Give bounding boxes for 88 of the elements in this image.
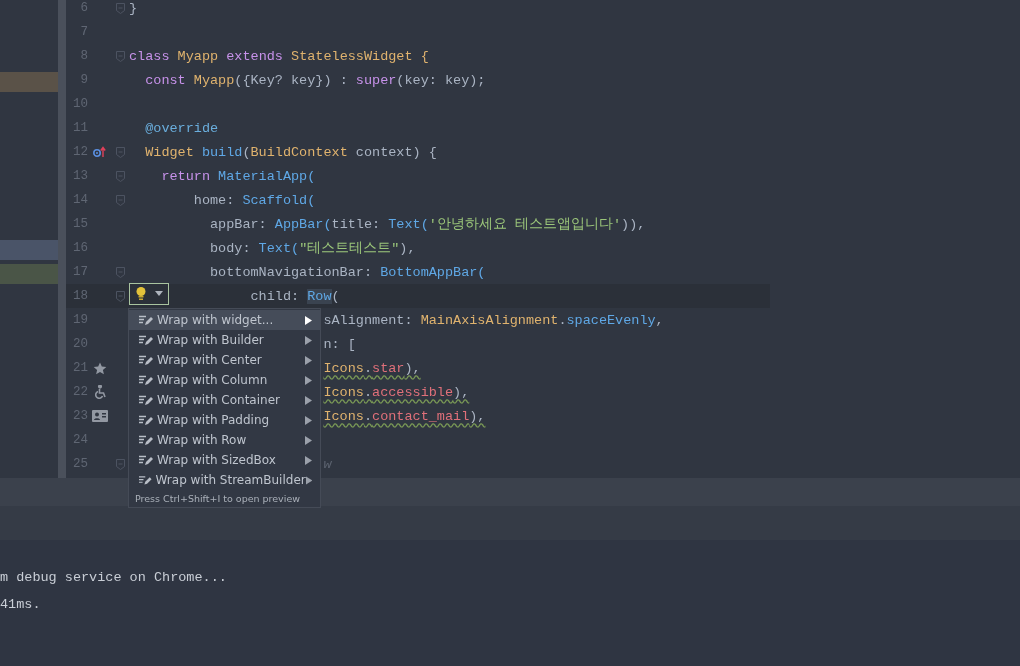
wrap-icon [139, 434, 153, 446]
code-token: Text( [388, 217, 429, 232]
code-token: ), [469, 408, 486, 424]
lightbulb-icon [135, 285, 147, 302]
code-token: const [145, 72, 186, 88]
intention-bulb-button[interactable] [129, 282, 169, 305]
wrap-icon [139, 474, 152, 486]
fold-marker-icon[interactable] [116, 194, 125, 206]
code-token: build [200, 144, 243, 160]
menu-item[interactable]: Wrap with Container [129, 390, 320, 410]
override-marker-icon[interactable] [93, 146, 107, 158]
code-token: . [363, 384, 373, 400]
wrap-icon [139, 414, 153, 426]
code-token: Icons [323, 408, 364, 424]
wrap-icon [139, 334, 153, 346]
code-token: context) { [354, 144, 437, 160]
code-token: home: [193, 192, 236, 208]
code-token: star [372, 360, 405, 376]
wrap-icon [139, 454, 153, 466]
code-token: StatelessWidget { [290, 48, 429, 64]
menu-item[interactable]: Wrap with SizedBox [129, 450, 320, 470]
code-token: extends [225, 48, 283, 64]
code-token: (key: key); [396, 72, 486, 88]
code-token: super [355, 72, 397, 88]
menu-item[interactable]: Wrap with Row [129, 430, 320, 450]
console-line: 41ms. [0, 597, 41, 612]
code-token: bottomNavigationBar: [210, 264, 374, 280]
fold-marker-icon[interactable] [116, 458, 125, 470]
fold-marker-icon[interactable] [116, 266, 125, 278]
code-token: contact_mail [372, 408, 470, 424]
code-token: Icons [323, 360, 364, 376]
code-token: ), [453, 384, 470, 400]
code-token: BuildContext [250, 144, 348, 160]
menu-item[interactable]: Wrap with widget... [129, 310, 320, 330]
menu-item[interactable]: Wrap with Builder [129, 330, 320, 350]
code-token: '안녕하세요 테스트앱입니다' [428, 217, 622, 232]
wrap-icon [139, 374, 153, 386]
wrap-icon [139, 394, 153, 406]
code-token: . [558, 312, 567, 328]
code-token: body: [210, 241, 252, 256]
code-token: sAlignment: [323, 312, 414, 328]
code-token: return [161, 168, 210, 184]
menu-item[interactable]: Wrap with Padding [129, 410, 320, 430]
fold-marker-icon[interactable] [116, 290, 125, 302]
code-token: MaterialApp( [217, 168, 316, 184]
code-token: "테스트테스트" [299, 241, 400, 256]
code-token: MainAxisAlignment [420, 312, 559, 328]
menu-item[interactable]: Wrap with Column [129, 370, 320, 390]
code-token: ( [331, 288, 340, 304]
code-token: title: [331, 217, 382, 232]
code-token: AppBar( [274, 217, 332, 232]
code-token: Myapp [176, 48, 219, 64]
scrollbar[interactable] [58, 0, 66, 478]
code-token: BottomAppBar( [380, 264, 486, 280]
caret-icon [155, 291, 163, 296]
code-token: Text( [258, 241, 300, 256]
code-token: ({Key? key}) : [234, 72, 349, 88]
code-token: } [129, 0, 138, 16]
menu-item[interactable]: Wrap with Center [129, 350, 320, 370]
code-token: Icons [323, 384, 364, 400]
code-token: Widget [145, 144, 194, 160]
code-token: Row [307, 288, 332, 304]
code-token: ), [404, 360, 421, 376]
code-token: Myapp [192, 72, 235, 88]
fold-marker-icon[interactable] [116, 170, 125, 182]
code-token: child: [250, 288, 301, 304]
menu-item[interactable]: Wrap with StreamBuilder [129, 470, 320, 490]
wrap-icon [139, 314, 153, 326]
code-token: ), [399, 241, 416, 256]
console-line: m debug service on Chrome... [0, 570, 227, 585]
fold-marker-icon[interactable] [116, 146, 125, 158]
fold-marker-icon[interactable] [116, 2, 125, 14]
fold-marker-icon[interactable] [116, 50, 125, 62]
code-token: @override [145, 120, 219, 136]
code-token: , [655, 312, 664, 328]
code-token: spaceEvenly [566, 312, 656, 328]
code-token: appBar: [210, 217, 268, 232]
menu-hint: Press Ctrl+Shift+I to open preview [135, 493, 300, 504]
code-token: class [129, 48, 170, 64]
wrap-icon [139, 354, 153, 366]
code-token: . [363, 408, 373, 424]
code-token: Scaffold( [242, 192, 316, 208]
code-token: . [363, 360, 373, 376]
line-number: 18 [73, 289, 88, 303]
code-token: n: [ [323, 336, 356, 352]
code-token: )), [621, 217, 646, 232]
code-token: ( [242, 144, 251, 160]
code-token: accessible [372, 384, 454, 400]
